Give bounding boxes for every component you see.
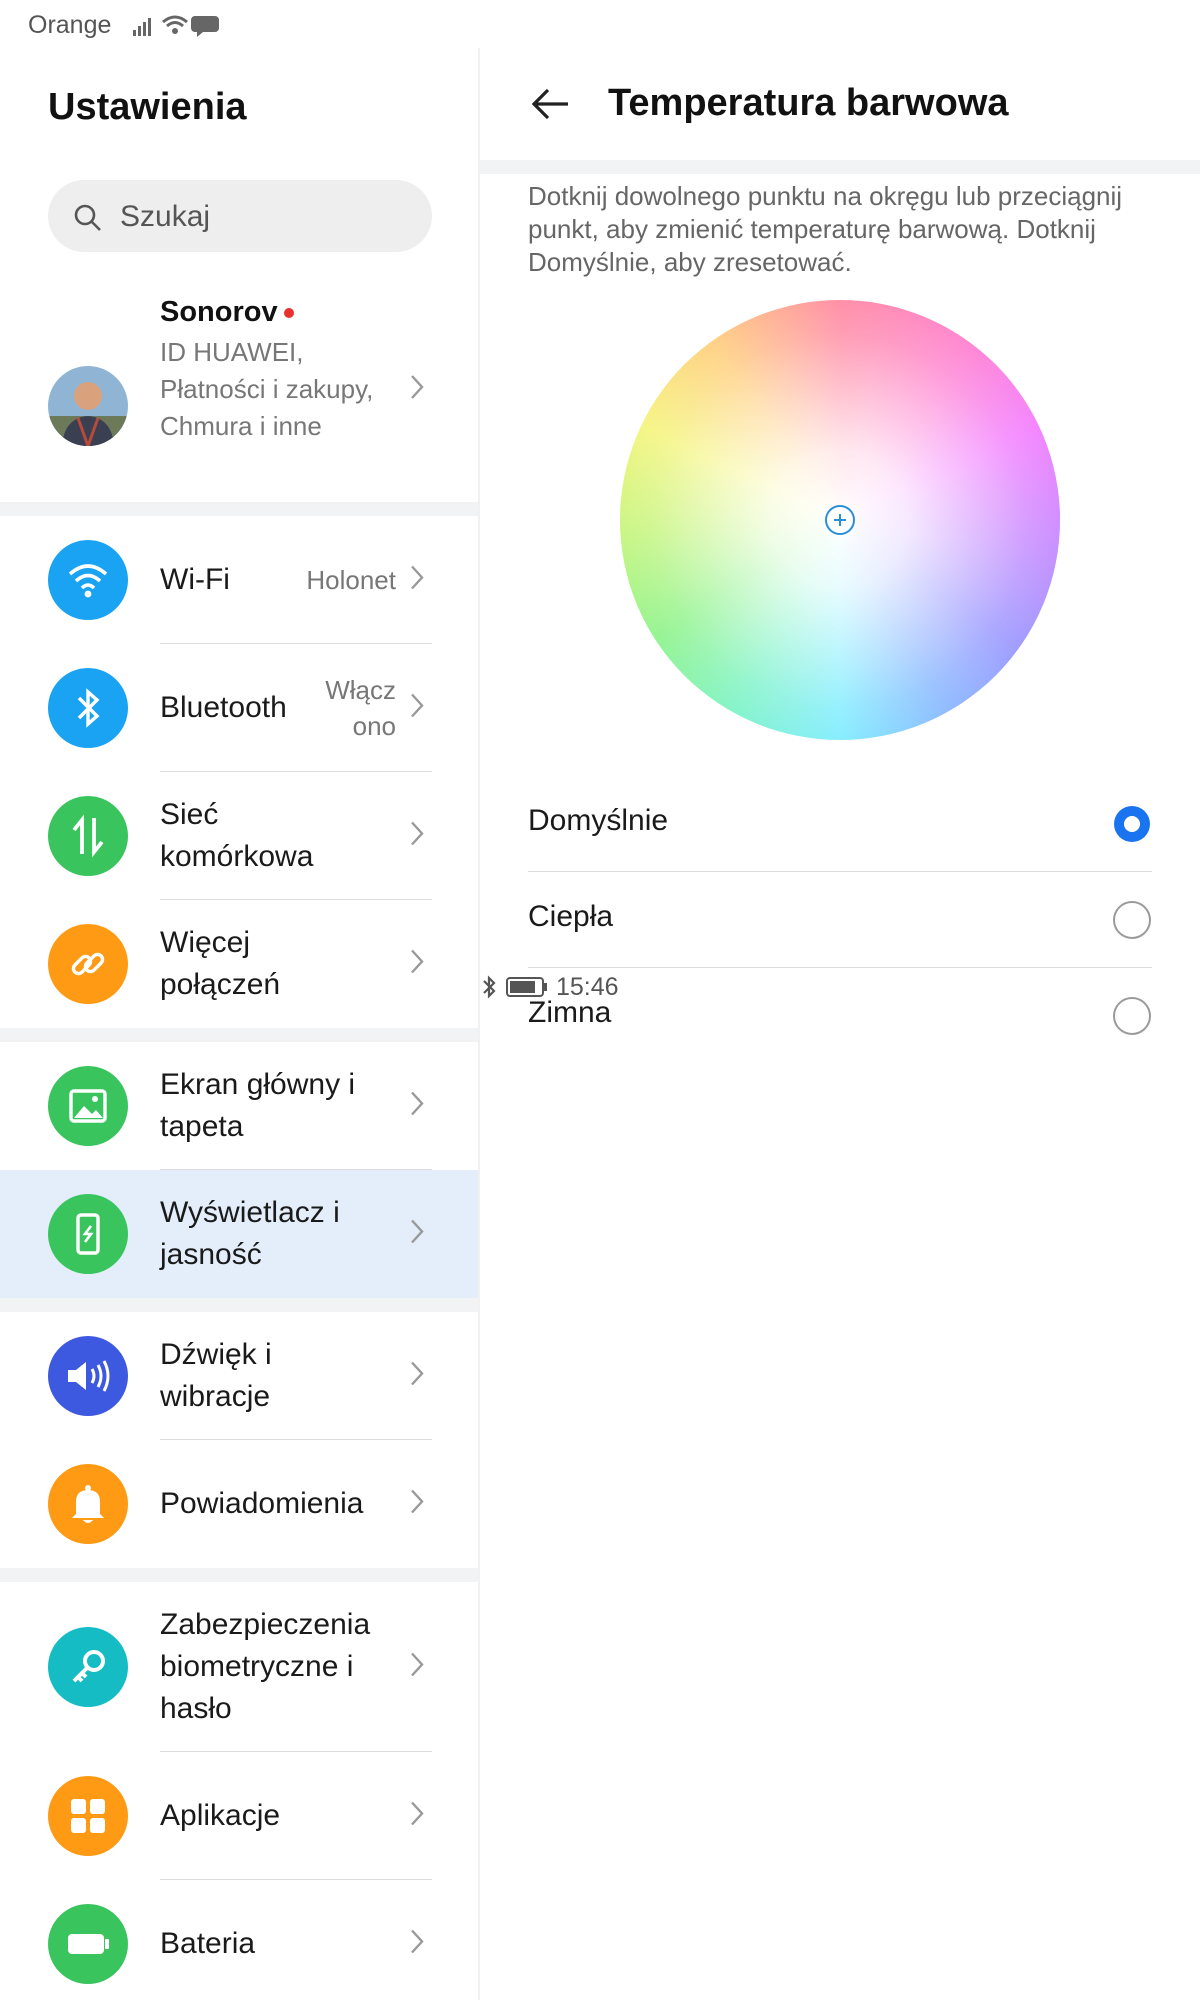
image-icon: [48, 1066, 128, 1146]
settings-item-label: Wyświetlacz i jasność: [160, 1196, 340, 1271]
option-cold[interactable]: Zimna: [528, 968, 1152, 1064]
option-label: Ciepła: [528, 900, 614, 933]
huawei-id-profile[interactable]: Sonorov ID HUAWEI, Płatności i zakupy, C…: [0, 284, 478, 500]
settings-item-biometrics[interactable]: Zabezpieczenia biometryczne i hasło: [0, 1582, 478, 1752]
battery-icon: [48, 1904, 128, 1984]
back-arrow-icon[interactable]: [528, 84, 572, 129]
section-gap: [0, 1298, 478, 1312]
notification-dot: [283, 308, 294, 319]
chevron-right-icon: [410, 1091, 424, 1122]
section-gap: [0, 1568, 478, 1582]
option-default[interactable]: Domyślnie: [528, 776, 1152, 872]
settings-item-sound[interactable]: Dźwięk i wibracje: [0, 1312, 478, 1440]
chevron-right-icon: [410, 949, 424, 980]
radio-unselected[interactable]: [1112, 900, 1152, 945]
status-bar: Orange 15:46: [0, 0, 1200, 1001]
chevron-right-icon: [410, 1652, 424, 1683]
chevron-right-icon: [410, 1361, 424, 1392]
settings-item-label: Więcej połączeń: [160, 926, 281, 1001]
link-icon: [48, 924, 128, 1004]
page-title: Temperatura barwowa: [608, 82, 1009, 124]
settings-item-label: Aplikacje: [160, 1799, 281, 1832]
option-label: Zimna: [528, 996, 612, 1029]
chevron-right-icon: [410, 374, 424, 405]
carrier-label: Orange: [28, 11, 112, 39]
bell-icon: [48, 1464, 128, 1544]
settings-item-bluetooth[interactable]: Bluetooth Włącz ono: [0, 644, 478, 772]
settings-title: Ustawienia: [48, 86, 247, 128]
signal-icons: [131, 12, 231, 45]
bluetooth-value: Włącz ono: [325, 675, 396, 741]
search-field[interactable]: Szukaj: [48, 180, 432, 252]
color-wheel[interactable]: [620, 300, 1060, 740]
chevron-right-icon: [410, 693, 424, 724]
chevron-right-icon: [410, 1219, 424, 1250]
color-picker-handle[interactable]: [824, 504, 856, 541]
search-placeholder: Szukaj: [120, 200, 211, 233]
settings-item-display[interactable]: Wyświetlacz i jasność: [0, 1170, 478, 1298]
settings-item-battery[interactable]: Bateria: [0, 1880, 478, 2000]
apps-icon: [48, 1776, 128, 1856]
search-icon: [72, 202, 104, 239]
radio-unselected[interactable]: [1112, 996, 1152, 1041]
color-temperature-pane: Temperatura barwowa Dotknij dowolnego pu…: [480, 48, 1200, 2000]
settings-item-notifications[interactable]: Powiadomienia: [0, 1440, 478, 1568]
speaker-icon: [48, 1336, 128, 1416]
settings-item-mobile-network[interactable]: Sieć komórkowa: [0, 772, 478, 900]
chevron-right-icon: [410, 1929, 424, 1960]
display-icon: [48, 1194, 128, 1274]
profile-name: Sonorov: [160, 296, 294, 329]
settings-item-label: Ekran główny i tapeta: [160, 1068, 356, 1143]
key-icon: [48, 1627, 128, 1707]
wifi-value: Holonet: [306, 565, 396, 595]
avatar: [48, 366, 128, 446]
chevron-right-icon: [410, 1489, 424, 1520]
settings-item-home-screen[interactable]: Ekran główny i tapeta: [0, 1042, 478, 1170]
settings-item-label: Sieć komórkowa: [160, 798, 314, 873]
settings-item-apps[interactable]: Aplikacje: [0, 1752, 478, 1880]
option-label: Domyślnie: [528, 804, 669, 837]
settings-item-label: Zabezpieczenia biometryczne i hasło: [160, 1608, 371, 1725]
section-gap: [0, 502, 478, 516]
header: Temperatura barwowa: [480, 48, 1200, 160]
radio-selected[interactable]: [1112, 804, 1152, 849]
settings-item-more-connections[interactable]: Więcej połączeń: [0, 900, 478, 1028]
chevron-right-icon: [410, 565, 424, 596]
section-gap: [0, 1028, 478, 1042]
settings-item-label: Dźwięk i wibracje: [160, 1338, 272, 1413]
section-gap: [480, 160, 1200, 174]
settings-pane: Ustawienia Szukaj Sonorov ID HUAWEI, Pła…: [0, 48, 478, 2000]
chevron-right-icon: [410, 1801, 424, 1832]
mobile-data-icon: [48, 796, 128, 876]
settings-item-label: Bateria: [160, 1927, 256, 1960]
chevron-right-icon: [410, 821, 424, 852]
settings-item-label: Powiadomienia: [160, 1487, 364, 1520]
bluetooth-icon: [48, 668, 128, 748]
description-text: Dotknij dowolnego punktu na okręgu lub p…: [528, 181, 1123, 277]
settings-item-wifi[interactable]: Wi-Fi Holonet: [0, 516, 478, 644]
wifi-icon: [48, 540, 128, 620]
option-warm[interactable]: Ciepła: [528, 872, 1152, 968]
profile-subtitle: ID HUAWEI, Płatności i zakupy, Chmura i …: [160, 337, 374, 441]
